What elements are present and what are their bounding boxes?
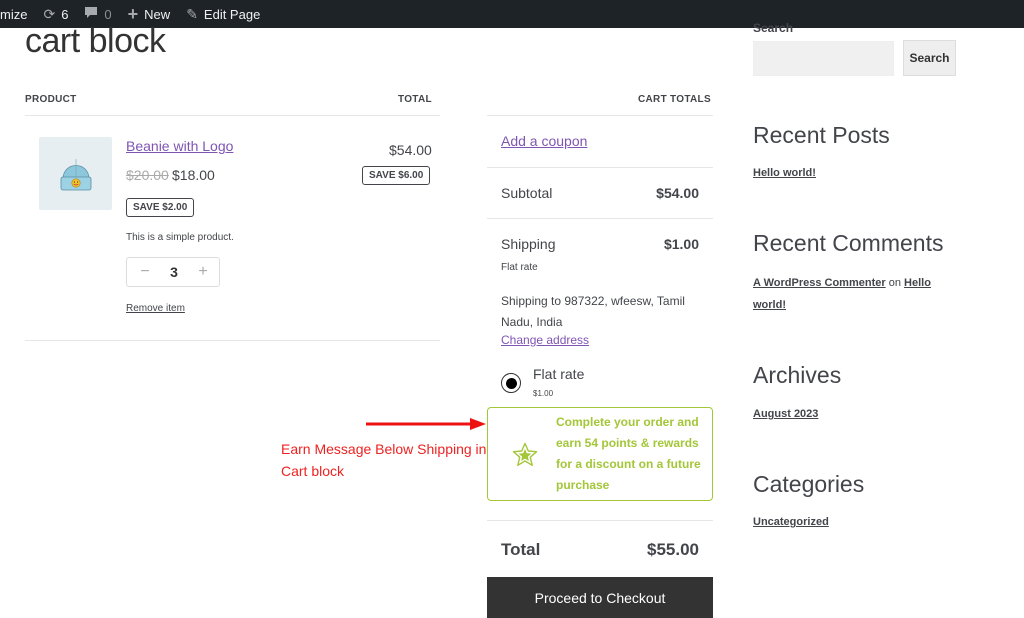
customize-label: mize [0, 6, 28, 22]
product-name-link[interactable]: Beanie with Logo [126, 138, 233, 154]
divider [487, 218, 713, 219]
annotation-arrow-icon [366, 418, 486, 430]
subtotal-label: Subtotal [501, 185, 553, 201]
remove-item-link[interactable]: Remove item [126, 303, 185, 314]
divider [487, 167, 713, 168]
archives-title: Archives [753, 362, 842, 388]
shipping-destination: Shipping to 987322, wfeesw, Tamil Nadu, … [501, 294, 685, 329]
divider [25, 115, 440, 116]
divider [487, 115, 713, 116]
quantity-input[interactable]: 3 [170, 264, 178, 280]
total-value: $55.00 [647, 540, 699, 559]
comment-icon [84, 6, 98, 22]
item-savings-badge: SAVE $2.00 [126, 198, 195, 217]
search-label: Search [753, 21, 794, 35]
search-button[interactable]: Search [903, 40, 956, 76]
recent-post-link[interactable]: Hello world! [753, 167, 816, 179]
sale-price: $18.00 [172, 167, 215, 183]
line-savings-badge: SAVE $6.00 [362, 166, 431, 185]
beanie-icon [60, 158, 91, 190]
flat-rate-price: $1.00 [533, 389, 554, 398]
updates-icon: ⟳ [43, 5, 56, 22]
earn-message-text: Complete your order and earn 54 points &… [556, 415, 701, 492]
page-title: cart block [25, 22, 166, 60]
new-label: New [144, 6, 171, 22]
product-description: This is a simple product. [126, 232, 234, 243]
divider [487, 520, 713, 521]
quantity-decrease-button[interactable]: − [135, 263, 155, 281]
quantity-stepper: − 3 + [126, 257, 220, 287]
recent-comments-title: Recent Comments [753, 230, 944, 256]
product-column-header: PRODUCT [25, 94, 77, 105]
regular-price: $20.00 [126, 167, 169, 183]
cart-totals-heading: CART TOTALS [638, 94, 711, 105]
shipping-method: Flat rate [501, 262, 538, 273]
comment-author-link[interactable]: A WordPress Commenter [753, 277, 886, 289]
search-input[interactable] [753, 41, 894, 76]
earn-points-message: Complete your order and earn 54 points &… [487, 407, 713, 501]
add-coupon-link[interactable]: Add a coupon [501, 133, 587, 149]
total-column-header: TOTAL [398, 94, 432, 105]
flat-rate-radio[interactable] [501, 373, 521, 393]
star-icon [512, 442, 538, 466]
divider [25, 340, 440, 341]
change-address-link[interactable]: Change address [501, 333, 589, 347]
line-total: $54.00 [389, 142, 432, 158]
category-link[interactable]: Uncategorized [753, 516, 829, 528]
archive-link[interactable]: August 2023 [753, 408, 818, 420]
edit-page-label: Edit Page [203, 6, 261, 22]
recent-comment-item: A WordPress Commenter on Hello world! [753, 272, 953, 316]
comment-on-text: on [888, 277, 901, 289]
admin-edit-page-link[interactable]: ✎ Edit Page [178, 0, 268, 28]
recent-posts-title: Recent Posts [753, 122, 890, 148]
shipping-label: Shipping [501, 236, 556, 252]
radio-selected-dot [505, 377, 517, 389]
quantity-increase-button[interactable]: + [193, 263, 213, 281]
subtotal-value: $54.00 [656, 185, 699, 201]
product-thumbnail[interactable] [39, 137, 112, 210]
shipping-value: $1.00 [663, 236, 699, 252]
flat-rate-label[interactable]: Flat rate [533, 366, 584, 382]
updates-count: 6 [61, 6, 69, 22]
pencil-icon: ✎ [186, 5, 198, 22]
categories-title: Categories [753, 471, 865, 497]
proceed-to-checkout-button[interactable]: Proceed to Checkout [487, 577, 713, 618]
comments-count: 0 [104, 6, 112, 22]
total-label: Total [501, 540, 541, 559]
annotation-text: Earn Message Below Shipping in Cart bloc… [281, 441, 487, 479]
